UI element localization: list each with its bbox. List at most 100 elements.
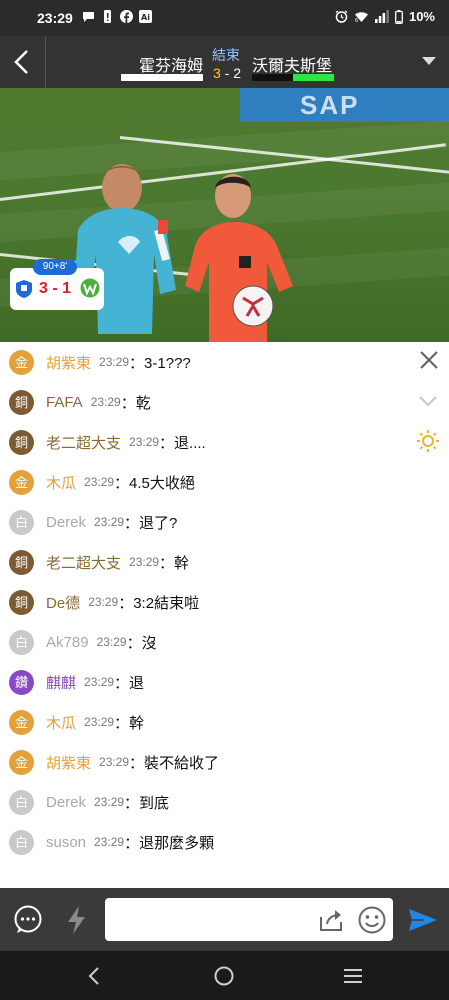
- home-team-bar: [121, 74, 203, 81]
- match-status: 結束: [212, 47, 240, 63]
- nav-recents-icon[interactable]: [343, 968, 363, 984]
- user-rank-badge: 金: [9, 709, 34, 735]
- alarm-icon: [335, 10, 348, 23]
- live-minute: 90+8': [33, 259, 77, 275]
- chat-timestamp: 23:29: [94, 515, 125, 529]
- chat-username[interactable]: Derek: [46, 794, 86, 811]
- chat-message: 白 Derek 23:29 ：退了?: [0, 502, 400, 542]
- nav-home-icon[interactable]: [214, 966, 234, 986]
- system-nav-bar: [0, 951, 449, 1000]
- chat-text: ：退那麼多顆: [124, 834, 215, 852]
- home-team-name: 霍芬海姆: [138, 58, 203, 75]
- away-score: 2: [233, 65, 242, 81]
- chat-username[interactable]: 胡紫東: [46, 352, 91, 373]
- user-rank-badge: 金: [9, 469, 34, 495]
- score-separator: -: [220, 65, 234, 81]
- home-team-badge-icon: [16, 280, 32, 298]
- chat-text: ：退: [114, 674, 145, 692]
- ai-icon: Ai: [139, 10, 152, 23]
- chat-timestamp: 23:29: [88, 595, 119, 609]
- chat-timestamp: 23:29: [94, 835, 125, 849]
- chat-text: ：幹: [159, 554, 190, 572]
- chat-username[interactable]: 木瓜: [46, 712, 76, 733]
- ad-board-text: SAP: [300, 90, 360, 120]
- chat-message: 銅 De德 23:29 ：3:2結束啦: [0, 582, 400, 622]
- brightness-icon[interactable]: [416, 429, 440, 453]
- chat-message: 金 胡紫東 23:29 ：3-1???: [0, 342, 400, 382]
- collapse-chevron-icon[interactable]: [418, 394, 438, 408]
- nav-back-icon[interactable]: [86, 967, 102, 985]
- chat-message: 白 Derek 23:29 ：到底: [0, 782, 400, 822]
- live-score: 3 - 1: [39, 280, 72, 297]
- user-rank-badge: 金: [9, 749, 34, 775]
- status-time: 23:29: [37, 10, 73, 26]
- chat-text: ：4.5大收絕: [114, 474, 195, 492]
- chat-timestamp: 23:29: [84, 475, 115, 489]
- emoji-icon[interactable]: [358, 906, 386, 934]
- chat-text: ：3:2結束啦: [118, 594, 200, 612]
- user-rank-badge: 白: [9, 509, 34, 535]
- chat-text: ：到底: [124, 794, 170, 812]
- chat-username[interactable]: 麒麒: [46, 672, 76, 693]
- away-team-badge-icon: [80, 278, 100, 298]
- chat-timestamp: 23:29: [96, 635, 127, 649]
- battery-icon: [395, 9, 403, 24]
- chat-bubble-icon: [83, 12, 94, 22]
- chat-text: ：幹: [114, 714, 145, 732]
- chat-timestamp: 23:29: [99, 755, 130, 769]
- user-rank-badge: 鑽: [9, 669, 34, 695]
- chat-text: ：3-1???: [129, 354, 191, 372]
- away-team-name: 沃爾夫斯堡: [252, 58, 333, 75]
- chat-message: 銅 FAFA 23:29 ：乾: [0, 382, 400, 422]
- chat-message: 銅 老二超大支 23:29 ：幹: [0, 542, 400, 582]
- chat-panel[interactable]: 金 胡紫東 23:29 ：3-1??? 銅 FAFA 23:29 ：乾 銅 老二…: [0, 342, 449, 888]
- match-video[interactable]: SAP 90+8' 3 - 1: [0, 88, 449, 342]
- chat-username[interactable]: suson: [46, 834, 86, 851]
- status-bar: 23:29 Ai 6 10%: [0, 0, 449, 36]
- chat-username[interactable]: 老二超大支: [46, 552, 121, 573]
- chat-message: 鑽 麒麒 23:29 ：退: [0, 662, 400, 702]
- chat-timestamp: 23:29: [129, 555, 160, 569]
- system-icons: 6 10%: [335, 9, 435, 24]
- chat-timestamp: 23:29: [129, 435, 160, 449]
- chat-message: 白 suson 23:29 ：退那麼多顆: [0, 822, 400, 862]
- chat-message: 銅 老二超大支 23:29 ：退....: [0, 422, 400, 462]
- chat-input-bar: [0, 888, 449, 951]
- share-icon[interactable]: [318, 908, 344, 932]
- back-button[interactable]: [0, 36, 46, 88]
- chat-username[interactable]: FAFA: [46, 394, 83, 411]
- live-score-overlay: 90+8' 3 - 1: [10, 259, 104, 310]
- chat-username[interactable]: 老二超大支: [46, 432, 121, 453]
- battery-percent: 10%: [408, 9, 435, 24]
- user-rank-badge: 銅: [9, 589, 34, 615]
- chat-username[interactable]: De德: [46, 592, 80, 613]
- back-arrow-icon: [14, 50, 28, 74]
- chat-text: ：退了?: [124, 514, 178, 532]
- svg-text:6: 6: [355, 18, 358, 23]
- user-rank-badge: 白: [9, 829, 34, 855]
- chat-username[interactable]: Derek: [46, 514, 86, 531]
- chat-username[interactable]: 胡紫東: [46, 752, 91, 773]
- lightning-icon[interactable]: [65, 905, 89, 935]
- user-rank-badge: 銅: [9, 389, 34, 415]
- chat-timestamp: 23:29: [94, 795, 125, 809]
- close-icon[interactable]: [419, 350, 439, 370]
- chat-username[interactable]: Ak789: [46, 634, 89, 651]
- match-header: 霍芬海姆 結束 3 - 2 沃爾夫斯堡: [0, 36, 449, 88]
- chat-input[interactable]: [105, 898, 393, 941]
- user-rank-badge: 銅: [9, 429, 34, 455]
- chat-message: 金 胡紫東 23:29 ：裝不給收了: [0, 742, 400, 782]
- chat-timestamp: 23:29: [99, 355, 130, 369]
- chat-message: 金 木瓜 23:29 ：幹: [0, 702, 400, 742]
- user-rank-badge: 金: [9, 349, 34, 375]
- chat-timestamp: 23:29: [84, 675, 115, 689]
- svg-text:Ai: Ai: [141, 13, 150, 22]
- dropdown-triangle-icon[interactable]: [421, 54, 437, 68]
- chat-text: ：退....: [159, 434, 206, 452]
- chat-username[interactable]: 木瓜: [46, 472, 76, 493]
- send-icon[interactable]: [408, 908, 438, 932]
- away-team-bar-fill: [293, 74, 334, 81]
- user-rank-badge: 白: [9, 629, 34, 655]
- chat-bubble-icon[interactable]: [13, 905, 43, 935]
- match-score: 3 - 2: [213, 65, 241, 81]
